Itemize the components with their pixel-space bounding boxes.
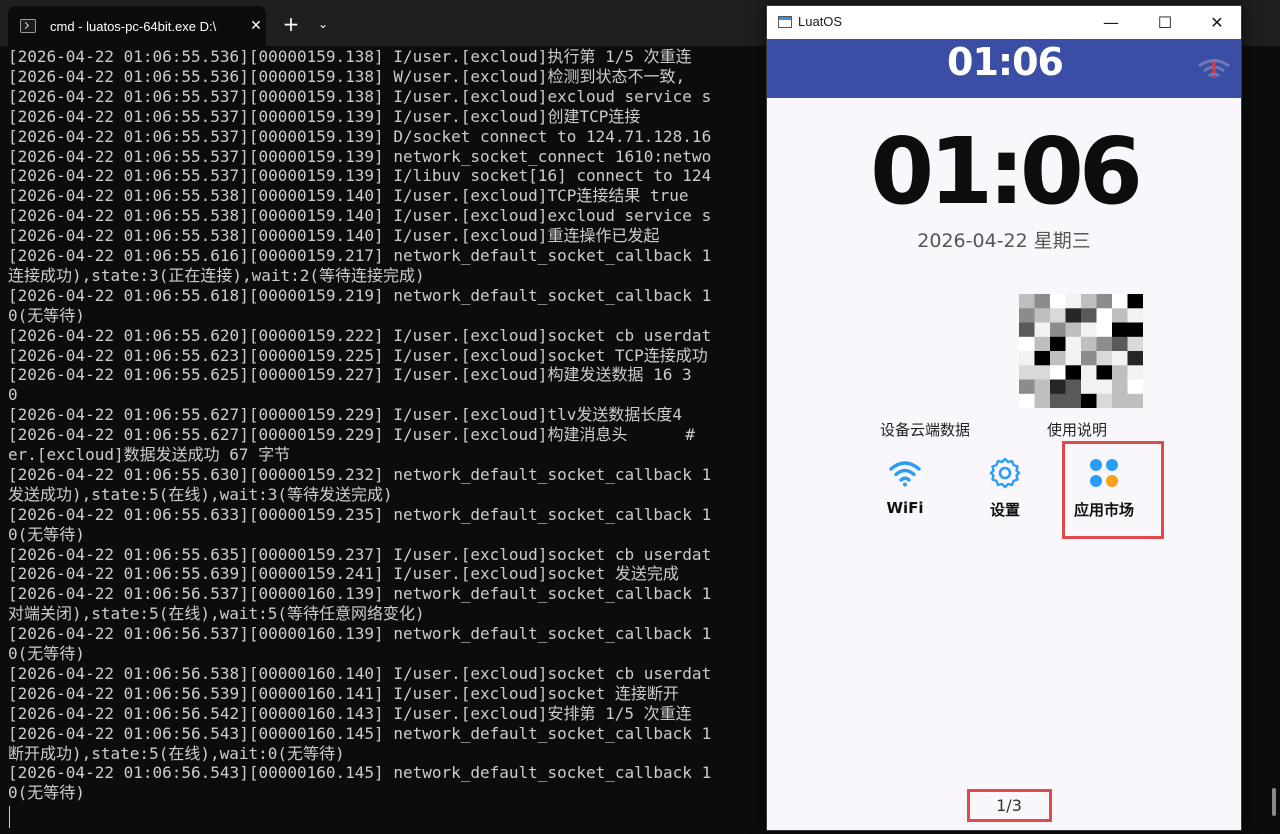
terminal-line: er.[excloud]数据发送成功 67 字节 bbox=[8, 445, 291, 464]
terminal-line: 断开成功),state:5(在线),wait:0(无等待) bbox=[8, 743, 345, 763]
app-settings[interactable]: 设置 bbox=[963, 451, 1047, 535]
terminal-line: [2026-04-22 01:06:56.543][00000160.145] … bbox=[8, 723, 712, 743]
clock-display: 01:06 bbox=[870, 118, 1143, 225]
terminal-line: [2026-04-22 01:06:56.537][00000160.139] … bbox=[8, 584, 712, 604]
terminal-tab[interactable]: cmd - luatos-pc-64bit.exe D:\ ✕ bbox=[8, 6, 266, 46]
terminal-tab-title: cmd - luatos-pc-64bit.exe D:\ bbox=[50, 18, 217, 34]
terminal-line: 0(无等待) bbox=[8, 524, 85, 544]
terminal-line: [2026-04-22 01:06:56.542][00000160.143] … bbox=[8, 703, 692, 723]
terminal-line: [2026-04-22 01:06:55.536][00000159.138] … bbox=[8, 66, 686, 86]
cloud-data-label[interactable]: 设备云端数据 bbox=[880, 419, 970, 440]
terminal-line: [2026-04-22 01:06:55.627][00000159.229] … bbox=[8, 405, 682, 425]
terminal-icon bbox=[20, 19, 36, 33]
text-cursor bbox=[9, 806, 10, 828]
app-label: WiFi bbox=[886, 499, 924, 517]
app-label: 设置 bbox=[989, 501, 1020, 519]
qr-code[interactable] bbox=[1019, 294, 1143, 408]
terminal-line: [2026-04-22 01:06:55.616][00000159.217] … bbox=[8, 246, 712, 265]
new-tab-button[interactable]: + bbox=[280, 13, 302, 35]
terminal-line: [2026-04-22 01:06:55.639][00000159.241] … bbox=[8, 564, 679, 584]
app-wifi[interactable]: WiFi bbox=[863, 451, 947, 535]
terminal-line: 0(无等待) bbox=[8, 305, 85, 325]
terminal-line: 0(无等待) bbox=[8, 783, 85, 803]
terminal-line: [2026-04-22 01:06:56.539][00000160.141] … bbox=[8, 683, 679, 703]
terminal-line: [2026-04-22 01:06:55.635][00000159.237] … bbox=[8, 544, 712, 564]
terminal-line: 对端关闭),state:5(在线),wait:5(等待任意网络变化) bbox=[8, 604, 425, 624]
minimize-button[interactable]: — bbox=[1085, 6, 1137, 39]
terminal-line: [2026-04-22 01:06:55.620][00000159.222] … bbox=[8, 325, 712, 345]
luatos-window: LuatOS — ☐ ✕ 01:06 01:06 2026-04-22 星期三 … bbox=[766, 5, 1242, 831]
status-bar: 01:06 bbox=[767, 39, 1241, 98]
highlight-box-app-market bbox=[1062, 441, 1164, 539]
terminal-line: 发送成功),state:5(在线),wait:3(等待发送完成) bbox=[8, 484, 393, 504]
terminal-line: 0 bbox=[8, 385, 18, 405]
terminal-line: [2026-04-22 01:06:55.623][00000159.225] … bbox=[8, 345, 708, 365]
terminal-line: [2026-04-22 01:06:55.537][00000159.139] … bbox=[8, 106, 641, 126]
terminal-line: [2026-04-22 01:06:55.538][00000159.140] … bbox=[8, 186, 689, 206]
manual-label[interactable]: 使用说明 bbox=[1047, 419, 1107, 440]
terminal-line: 连接成功),state:3(正在连接),wait:2(等待连接完成) bbox=[8, 265, 425, 285]
highlight-box-page-indicator bbox=[967, 789, 1052, 822]
terminal-line: [2026-04-22 01:06:55.537][00000159.139] … bbox=[8, 166, 712, 186]
terminal-line: [2026-04-22 01:06:55.537][00000159.139] … bbox=[8, 146, 712, 166]
terminal-line: [2026-04-22 01:06:55.537][00000159.139] … bbox=[8, 126, 712, 146]
wifi-icon bbox=[889, 461, 921, 487]
date-display: 2026-04-22 星期三 bbox=[917, 230, 1091, 252]
gear-icon bbox=[989, 457, 1021, 489]
maximize-button[interactable]: ☐ bbox=[1139, 6, 1191, 39]
terminal-line: [2026-04-22 01:06:55.538][00000159.140] … bbox=[8, 226, 660, 246]
close-button[interactable]: ✕ bbox=[1191, 6, 1241, 39]
luatos-titlebar[interactable]: LuatOS — ☐ ✕ bbox=[767, 6, 1241, 39]
terminal-line: [2026-04-22 01:06:55.536][00000159.138] … bbox=[8, 47, 692, 66]
status-bar-time: 01:06 bbox=[947, 40, 1064, 84]
luatos-window-title: LuatOS bbox=[798, 14, 843, 29]
terminal-line: [2026-04-22 01:06:55.537][00000159.138] … bbox=[8, 86, 712, 106]
terminal-scrollbar[interactable] bbox=[1272, 788, 1276, 816]
terminal-line: [2026-04-22 01:06:55.538][00000159.140] … bbox=[8, 206, 712, 226]
terminal-line: [2026-04-22 01:06:55.630][00000159.232] … bbox=[8, 464, 712, 484]
close-tab-icon[interactable]: ✕ bbox=[246, 18, 266, 34]
tab-dropdown-icon[interactable]: ⌄ bbox=[314, 14, 332, 34]
terminal-line: [2026-04-22 01:06:56.538][00000160.140] … bbox=[8, 663, 712, 683]
terminal-line: 0(无等待) bbox=[8, 644, 85, 663]
no-signal-icon bbox=[1198, 59, 1230, 78]
luatos-app-icon bbox=[778, 16, 792, 28]
